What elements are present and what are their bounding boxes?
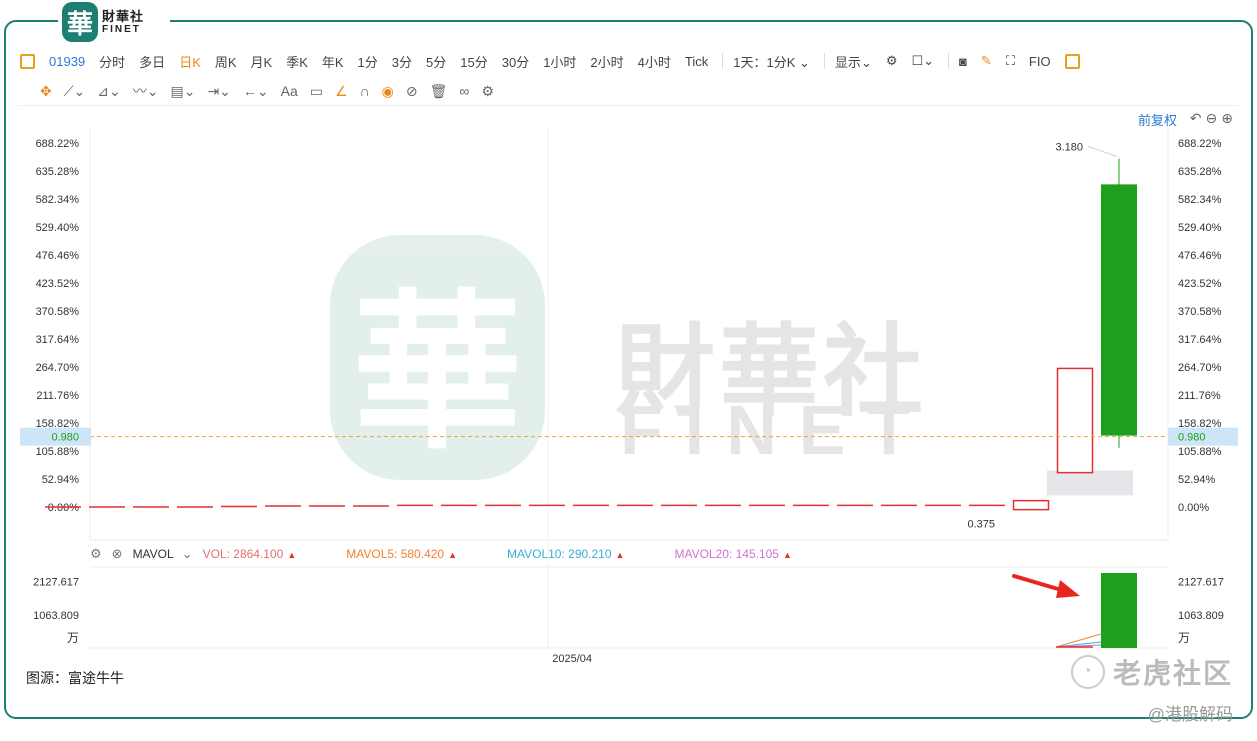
- y-tick-label-left: 423.52%: [36, 278, 80, 290]
- candle-body: [1056, 367, 1094, 474]
- y-tick-label-left: 635.28%: [36, 166, 80, 178]
- author-handle: @港股解码: [1147, 705, 1233, 724]
- y-tick-label-left: 582.34%: [36, 194, 80, 206]
- y-tick-label-right: 370.58%: [1178, 306, 1222, 318]
- y-tick-label-left: 105.88%: [36, 446, 80, 458]
- y-tick-label-right: 52.94%: [1178, 474, 1216, 486]
- mavol-title: MAVOL: [132, 547, 174, 561]
- volume-tick-left: 2127.617: [33, 577, 79, 589]
- y-tick-label-left: 0.00%: [48, 502, 79, 514]
- up-triangle-icon: ▲: [615, 550, 625, 560]
- y-tick-label-right: 688.22%: [1178, 138, 1222, 150]
- y-tick-label-right: 211.76%: [1178, 390, 1221, 402]
- max-price-leader: [1087, 145, 1118, 157]
- y-tick-label-left: 52.94%: [42, 474, 80, 486]
- ma10-label: MAVOL10: 290.210: [507, 547, 612, 561]
- y-tick-label-left: 264.70%: [36, 362, 80, 374]
- up-triangle-icon: ▲: [448, 550, 458, 560]
- logo-seal: 華: [62, 2, 98, 42]
- indicator-close-icon[interactable]: ⊗: [112, 546, 123, 562]
- brand-text: 老虎社区: [1112, 658, 1233, 689]
- indicator-settings-icon[interactable]: ⚙: [90, 546, 102, 562]
- vol-label: VOL: 2864.100: [202, 547, 284, 561]
- volume-tick-right: 2127.617: [1178, 577, 1224, 589]
- ma5-label: MAVOL5: 580.420: [346, 547, 445, 561]
- y-tick-label-right: 423.52%: [1178, 278, 1222, 290]
- volume-unit-left: 万: [67, 631, 79, 645]
- mavol-legend: ⚙ ⊗ MAVOL ⌄ VOL: 2864.100 ▲ MAVOL5: 580.4…: [90, 545, 842, 563]
- current-price-label-right: 0.980: [1178, 432, 1206, 444]
- annotation-arrow-head: [1056, 580, 1080, 598]
- y-tick-label-right: 582.34%: [1178, 194, 1222, 206]
- up-triangle-icon: ▲: [782, 550, 792, 560]
- candle-body: [1012, 499, 1050, 511]
- ma10-value: MAVOL10: 290.210 ▲: [507, 547, 624, 561]
- candle-body: [1101, 184, 1137, 436]
- ma5-value: MAVOL5: 580.420 ▲: [346, 547, 457, 561]
- y-tick-label-right: 635.28%: [1178, 166, 1222, 178]
- vol-value: VOL: 2864.100 ▲: [203, 547, 297, 561]
- y-tick-label-left: 476.46%: [36, 250, 80, 262]
- y-tick-label-right: 105.88%: [1178, 446, 1222, 458]
- y-tick-label-left: 211.76%: [36, 390, 79, 402]
- y-tick-label-right: 529.40%: [1178, 222, 1222, 234]
- image-source: 图源：富途牛牛: [26, 670, 124, 686]
- current-price-label-left: 0.980: [51, 432, 79, 444]
- volume-tick-left: 1063.809: [33, 610, 79, 622]
- ma20-label: MAVOL20: 145.105: [674, 547, 779, 561]
- y-tick-label-left: 688.22%: [36, 138, 80, 150]
- candlestick-chart: 688.22% 688.22% 635.28% 635.28% 582.34% 582.3…: [20, 128, 1238, 665]
- max-price-label: 3.180: [1055, 141, 1083, 153]
- min-price-label: 0.375: [967, 519, 995, 531]
- chevron-down-icon[interactable]: ⌄: [182, 546, 193, 562]
- volume-bar: [1101, 573, 1137, 648]
- brand-logo-icon: ◔: [1070, 655, 1105, 689]
- y-tick-label-left: 529.40%: [36, 222, 80, 234]
- volume-tick-right: 1063.809: [1178, 610, 1224, 622]
- up-triangle-icon: ▲: [287, 550, 297, 560]
- logo-en: FINET: [102, 23, 141, 35]
- y-tick-label-left: 370.58%: [36, 306, 80, 318]
- y-tick-label-right: 317.64%: [1178, 334, 1222, 346]
- y-tick-label-left: 317.64%: [36, 334, 80, 346]
- x-axis-label: 2025/04: [552, 653, 592, 665]
- y-tick-label-right: 0.00%: [1178, 502, 1209, 514]
- logo-cn: 財華社: [102, 8, 145, 24]
- finet-logo: 華 財華社 FINET: [58, 0, 170, 44]
- volume-unit-right: 万: [1178, 631, 1190, 645]
- tiger-community-brand: ◔ 老虎社区: [1070, 652, 1233, 692]
- volume-profile-band: [1047, 470, 1133, 496]
- ma20-value: MAVOL20: 145.105 ▲: [674, 547, 791, 561]
- y-tick-label-right: 264.70%: [1178, 362, 1222, 374]
- y-tick-label-right: 476.46%: [1178, 250, 1222, 262]
